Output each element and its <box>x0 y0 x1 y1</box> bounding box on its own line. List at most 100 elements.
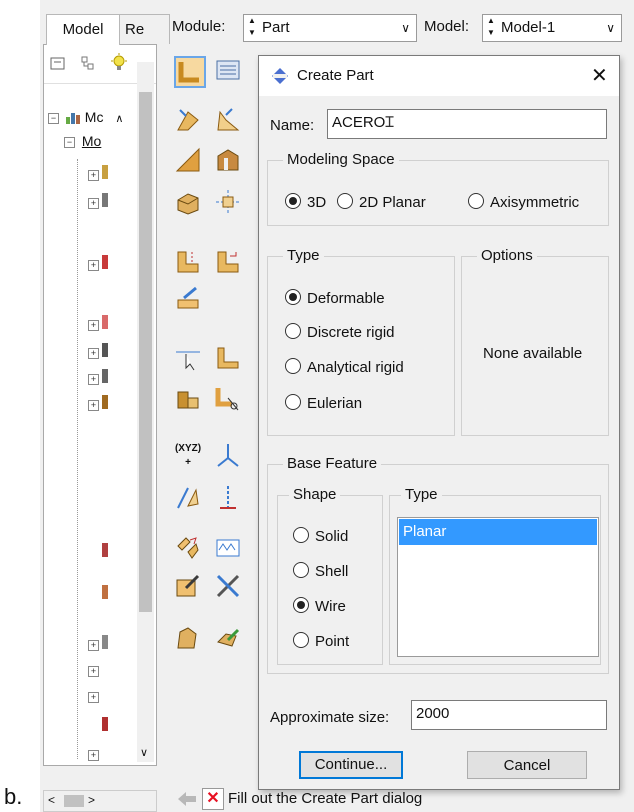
merge-icon[interactable] <box>214 344 242 372</box>
scroll-left-arrow-icon[interactable]: < <box>48 793 55 807</box>
radio-unselected-icon <box>285 323 301 339</box>
cancel-button[interactable]: Cancel <box>467 751 587 779</box>
radio-point-label: Point <box>315 633 350 650</box>
radio-analytical-rigid[interactable]: Analytical rigid <box>285 358 404 378</box>
create-solid-extrude-icon[interactable] <box>174 106 202 134</box>
scroll-right-arrow-icon[interactable]: > <box>88 793 95 807</box>
tree-expand-box[interactable]: + <box>88 747 99 765</box>
tree-expand-box[interactable]: + <box>88 317 99 335</box>
tree-expand-box[interactable]: + <box>88 663 99 681</box>
datum-plane-icon[interactable] <box>214 188 242 216</box>
radio-eulerian[interactable]: Eulerian <box>285 394 362 414</box>
options-title: Options <box>477 247 537 264</box>
name-input[interactable]: ACEROꞮ <box>327 109 607 139</box>
feature-type-list[interactable]: Planar <box>397 517 599 657</box>
prompt-area: ✕ Fill out the Create Part dialog <box>170 785 634 812</box>
tree-expand-box[interactable]: + <box>88 689 99 707</box>
datum-point-icon[interactable]: (XYZ) + <box>174 442 202 470</box>
tree-model-row[interactable]: − Mo <box>64 133 101 149</box>
tree-expand-box[interactable]: + <box>88 195 99 213</box>
assembly-icon[interactable] <box>174 384 202 412</box>
profile-sketch-icon[interactable] <box>214 534 242 562</box>
partition-icon[interactable] <box>174 248 202 276</box>
tree-expand-box[interactable]: + <box>88 371 99 389</box>
virtual-topology-icon[interactable] <box>174 284 202 312</box>
close-icon[interactable]: ✕ <box>591 63 608 88</box>
tree-expand-box[interactable]: + <box>88 257 99 275</box>
scroll-down-arrow-icon[interactable]: ∨ <box>140 746 148 759</box>
datum-plane-normal-icon[interactable] <box>214 484 242 512</box>
radio-2d-planar[interactable]: 2D Planar <box>337 193 426 213</box>
datum-axis-icon[interactable] <box>174 484 202 512</box>
approx-size-value: 2000 <box>416 705 450 722</box>
tab-model[interactable]: Model <box>46 14 120 45</box>
approx-size-input[interactable]: 2000 <box>411 700 607 730</box>
model-combo[interactable]: ▲ ▼ Model-1 ∨ <box>482 14 622 42</box>
dialog-title-icon <box>271 67 289 85</box>
tab-results[interactable]: Re <box>118 14 170 44</box>
tree-expand-box[interactable]: + <box>88 345 99 363</box>
query-icon[interactable] <box>174 344 202 372</box>
transform-icon[interactable] <box>214 624 242 652</box>
list-item-planar-label: Planar <box>403 523 447 540</box>
repair-tools-icon[interactable] <box>214 572 242 600</box>
cancel-button-label: Cancel <box>503 757 551 774</box>
modeling-space-title: Modeling Space <box>283 151 399 168</box>
radio-axisymmetric[interactable]: Axisymmetric <box>468 193 579 213</box>
create-round-icon[interactable] <box>174 188 202 216</box>
tree-horizontal-scrollbar[interactable]: < > <box>43 790 157 812</box>
continue-button[interactable]: Continue... <box>299 751 403 779</box>
scrollbar-thumb[interactable] <box>139 92 152 612</box>
text-cursor-icon: Ɪ <box>385 114 394 131</box>
create-part-icon[interactable] <box>174 56 206 88</box>
create-shell-icon[interactable] <box>214 106 242 134</box>
tree-expand-box[interactable]: + <box>88 397 99 415</box>
datum-csys-icon[interactable] <box>214 442 242 470</box>
radio-3d[interactable]: 3D <box>285 193 326 213</box>
tree-root[interactable]: − Mc ∧ <box>48 109 123 125</box>
geometry-edit-icon[interactable] <box>174 624 202 652</box>
radio-wire[interactable]: Wire <box>293 597 346 617</box>
chevron-down-icon[interactable]: ∨ <box>606 15 615 41</box>
tree-filter-icon[interactable] <box>50 55 66 71</box>
tree-model-label: Mo <box>81 133 102 149</box>
radio-shell[interactable]: Shell <box>293 562 348 582</box>
tree-lightbulb-icon[interactable] <box>110 53 128 73</box>
radio-unselected-icon <box>293 632 309 648</box>
radio-deformable[interactable]: Deformable <box>285 289 385 309</box>
module-label: Module: <box>172 18 226 35</box>
tree-item-icon <box>102 255 108 269</box>
sketch-icon[interactable] <box>174 534 202 562</box>
module-combo[interactable]: ▲ ▼ Part ∨ <box>243 14 417 42</box>
collapse-icon[interactable]: − <box>64 136 75 148</box>
mirror-icon[interactable] <box>214 248 242 276</box>
radio-selected-icon <box>293 597 309 613</box>
radio-2d-planar-label: 2D Planar <box>359 194 426 211</box>
scroll-up-arrow-icon[interactable]: ∧ <box>115 113 123 125</box>
radio-discrete-rigid[interactable]: Discrete rigid <box>285 323 395 343</box>
back-arrow-icon[interactable] <box>176 790 198 808</box>
feature-type-title: Type <box>401 486 442 503</box>
list-item-planar[interactable]: Planar <box>399 519 597 545</box>
tree-expand-icon[interactable] <box>80 55 96 71</box>
spinner-icon[interactable]: ▲ ▼ <box>248 15 256 39</box>
radio-eulerian-label: Eulerian <box>307 395 363 412</box>
cut-scissors-icon[interactable] <box>214 384 242 412</box>
chevron-down-icon[interactable]: ∨ <box>401 15 410 41</box>
name-label: Name: <box>270 117 315 134</box>
tree-expand-box[interactable]: + <box>88 167 99 185</box>
part-manager-icon[interactable] <box>214 56 242 84</box>
radio-point[interactable]: Point <box>293 632 349 652</box>
scrollbar-thumb[interactable] <box>64 795 84 807</box>
collapse-icon[interactable]: − <box>48 112 59 124</box>
edit-feature-icon[interactable] <box>174 572 202 600</box>
radio-solid[interactable]: Solid <box>293 527 348 547</box>
create-wire-icon[interactable] <box>174 146 202 174</box>
radio-selected-icon <box>285 289 301 305</box>
cancel-x-icon[interactable]: ✕ <box>202 788 224 810</box>
create-cut-icon[interactable] <box>214 146 242 174</box>
tree-vertical-scrollbar[interactable]: ∨ <box>137 62 154 762</box>
spinner-icon[interactable]: ▲ ▼ <box>487 15 495 39</box>
tree-expand-box[interactable]: + <box>88 637 99 655</box>
radio-axisymmetric-label: Axisymmetric <box>490 194 580 211</box>
